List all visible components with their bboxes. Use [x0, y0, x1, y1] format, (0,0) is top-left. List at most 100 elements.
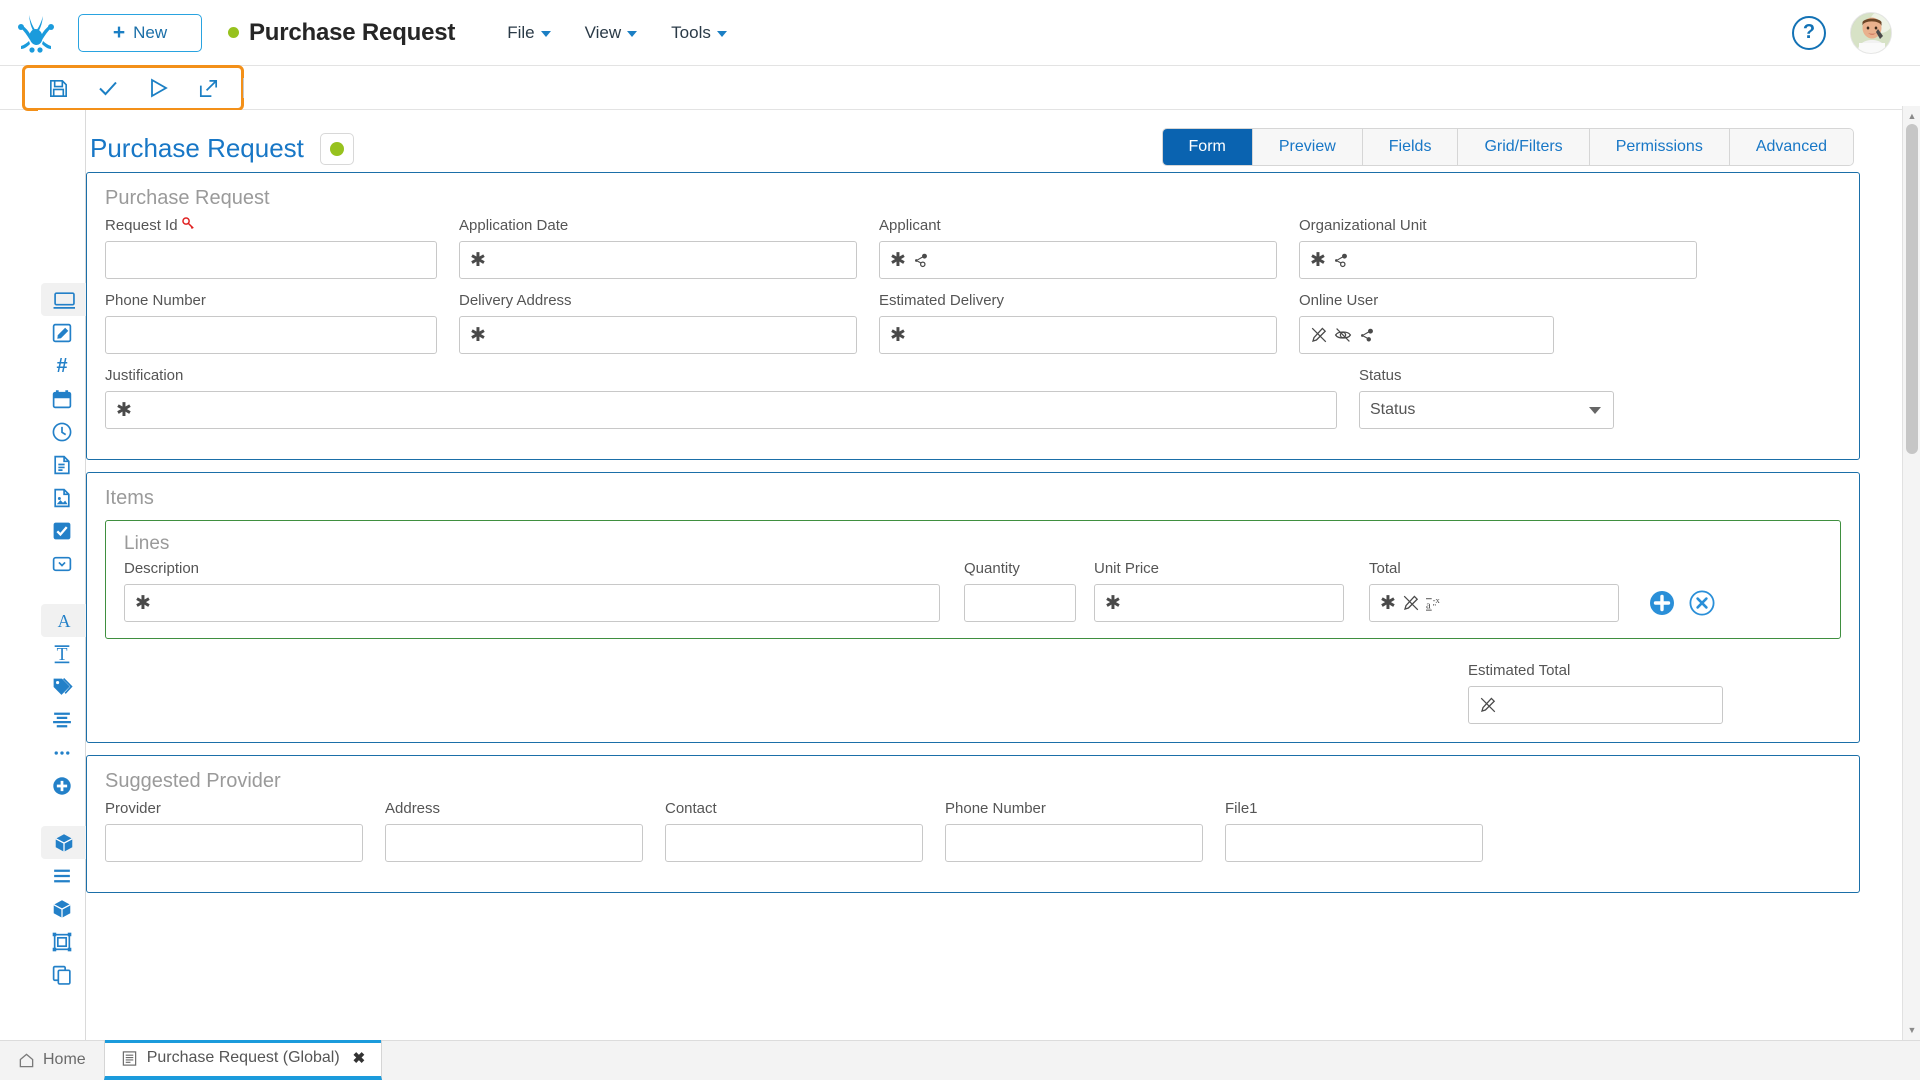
- field-request-id[interactable]: Request Id: [105, 216, 437, 279]
- rail-item-edit-box[interactable]: [42, 316, 82, 349]
- field-quantity[interactable]: Quantity: [964, 559, 1076, 622]
- scrollbar-thumb[interactable]: [1906, 124, 1918, 454]
- scroll-down-arrow[interactable]: ▼: [1903, 1022, 1920, 1038]
- document-tab-purchase-request[interactable]: Purchase Request (Global) ✖: [103, 1040, 383, 1080]
- field-description[interactable]: Description ✱: [124, 559, 940, 622]
- avatar-image: [1851, 12, 1891, 53]
- save-button[interactable]: [33, 69, 83, 107]
- field-provider-phone-number[interactable]: Phone Number: [945, 799, 1203, 862]
- export-button[interactable]: [183, 69, 233, 107]
- field-label: Address: [385, 800, 441, 817]
- field-estimated-total[interactable]: Estimated Total: [1468, 661, 1723, 724]
- field-input[interactable]: ✱: [879, 316, 1277, 354]
- section-items[interactable]: Items Lines Description ✱ Quantity Unit …: [86, 472, 1860, 743]
- rail-item-align-center[interactable]: [42, 703, 82, 736]
- field-input[interactable]: ✱: [1094, 584, 1344, 622]
- cube-solid-icon: [52, 899, 71, 918]
- rail-item-clock[interactable]: [42, 415, 82, 448]
- rail-item-text-format[interactable]: T: [42, 637, 82, 670]
- help-icon[interactable]: ?: [1792, 15, 1826, 50]
- field-input[interactable]: ✱: [879, 241, 1277, 279]
- tab-grid-filters[interactable]: Grid/Filters: [1458, 129, 1590, 165]
- rail-item-calendar[interactable]: [42, 382, 82, 415]
- align-center-icon: [52, 712, 71, 727]
- field-estimated-delivery[interactable]: Estimated Delivery ✱: [879, 291, 1277, 354]
- rail-item-file-text[interactable]: [42, 448, 82, 481]
- section-purchase-request[interactable]: Purchase Request Request Id Application …: [86, 172, 1860, 460]
- field-justification[interactable]: Justification ✱: [105, 366, 1337, 429]
- required-asterisk-icon: ✱: [470, 249, 486, 271]
- field-applicant[interactable]: Applicant ✱: [879, 216, 1277, 279]
- svg-text:A: A: [57, 610, 70, 630]
- field-delivery-address[interactable]: Delivery Address ✱: [459, 291, 857, 354]
- home-tab[interactable]: Home: [0, 1040, 104, 1080]
- avatar[interactable]: [1850, 11, 1892, 54]
- rail-item-tag[interactable]: [42, 670, 82, 703]
- field-input[interactable]: [105, 316, 437, 354]
- tab-preview[interactable]: Preview: [1252, 129, 1363, 165]
- vertical-scrollbar[interactable]: ▲ ▼: [1902, 106, 1920, 1040]
- field-input[interactable]: [1299, 316, 1554, 354]
- rail-item-cube-filled[interactable]: [40, 826, 87, 859]
- field-online-user[interactable]: Online User: [1299, 291, 1554, 354]
- tab-advanced[interactable]: Advanced: [1729, 129, 1853, 165]
- scroll-up-arrow[interactable]: ▲: [1903, 108, 1920, 124]
- field-total[interactable]: Total ✱ a -x ": [1369, 559, 1619, 622]
- tab-permissions[interactable]: Permissions: [1589, 129, 1730, 165]
- rail-item-letter-a[interactable]: A: [40, 604, 87, 637]
- run-button[interactable]: [133, 69, 183, 107]
- tab-form[interactable]: Form: [1162, 129, 1253, 165]
- remove-line-button[interactable]: [1689, 590, 1715, 616]
- menu-tools[interactable]: Tools: [671, 23, 727, 43]
- field-input[interactable]: ✱: [124, 584, 940, 622]
- hash-number-icon: #: [56, 355, 67, 377]
- rail-item-list-lines[interactable]: [42, 859, 82, 892]
- rail-item-hash-number[interactable]: #: [42, 349, 82, 382]
- field-contact[interactable]: Contact: [665, 799, 923, 862]
- field-file1[interactable]: File1: [1225, 799, 1483, 862]
- status-select[interactable]: Status: [1359, 391, 1614, 429]
- rail-item-checkbox-checked[interactable]: [42, 514, 82, 547]
- rail-item-ellipsis[interactable]: [42, 736, 82, 769]
- subpanel-lines[interactable]: Lines Description ✱ Quantity Unit Price …: [105, 520, 1841, 639]
- menu-file[interactable]: File: [507, 23, 551, 43]
- rail-item-group-frame[interactable]: [42, 925, 82, 958]
- add-line-button[interactable]: [1649, 590, 1675, 616]
- field-input[interactable]: ✱: [459, 316, 857, 354]
- field-input[interactable]: [385, 824, 643, 862]
- field-input[interactable]: ✱: [459, 241, 857, 279]
- document-title: Purchase Request: [249, 18, 456, 46]
- validate-button[interactable]: [83, 69, 133, 107]
- rail-item-file-image[interactable]: [42, 481, 82, 514]
- app-logo[interactable]: [0, 0, 72, 66]
- close-icon[interactable]: ✖: [353, 1049, 366, 1067]
- field-phone-number[interactable]: Phone Number: [105, 291, 437, 354]
- rail-item-cube-solid[interactable]: [42, 892, 82, 925]
- new-button[interactable]: + New: [78, 13, 202, 52]
- field-input[interactable]: [105, 824, 363, 862]
- field-input[interactable]: [964, 584, 1076, 622]
- field-input[interactable]: ✱ a -x ": [1369, 584, 1619, 622]
- field-input[interactable]: [945, 824, 1203, 862]
- field-input[interactable]: [105, 241, 437, 279]
- menu-view[interactable]: View: [585, 23, 638, 43]
- rail-item-dropdown-select[interactable]: [42, 547, 82, 580]
- form-row: Phone Number Delivery Address ✱ Estimate…: [105, 291, 1841, 366]
- field-input[interactable]: [1468, 686, 1723, 724]
- field-unit-price[interactable]: Unit Price ✱: [1094, 559, 1344, 622]
- rail-item-desktop[interactable]: [40, 283, 87, 316]
- field-input[interactable]: ✱: [105, 391, 1337, 429]
- rail-item-plus-circle[interactable]: [42, 769, 82, 802]
- field-address[interactable]: Address: [385, 799, 643, 862]
- field-input[interactable]: [1225, 824, 1483, 862]
- field-input[interactable]: [665, 824, 923, 862]
- section-suggested-provider[interactable]: Suggested Provider Provider Address Cont…: [86, 755, 1860, 893]
- tab-fields[interactable]: Fields: [1362, 129, 1459, 165]
- field-provider[interactable]: Provider: [105, 799, 363, 862]
- field-input[interactable]: ✱: [1299, 241, 1697, 279]
- rail-item-copy[interactable]: [42, 958, 82, 991]
- field-status[interactable]: Status Status: [1359, 366, 1614, 429]
- bottom-tab-bar: Home Purchase Request (Global) ✖: [0, 1040, 1920, 1080]
- field-organizational-unit[interactable]: Organizational Unit ✱: [1299, 216, 1697, 279]
- field-application-date[interactable]: Application Date ✱: [459, 216, 857, 279]
